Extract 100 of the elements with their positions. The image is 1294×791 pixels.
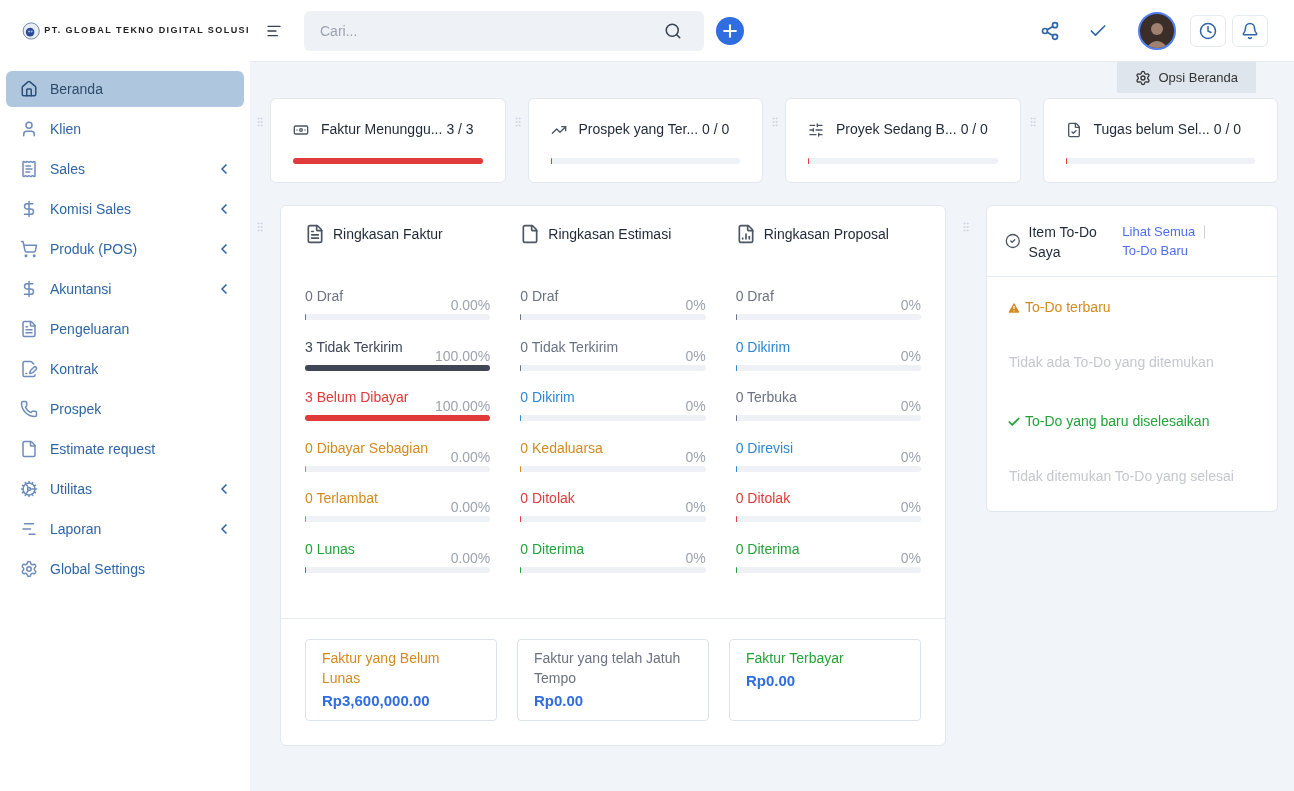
gear-icon bbox=[20, 480, 38, 498]
contract-icon bbox=[20, 360, 38, 378]
status-label[interactable]: 0 Direvisi bbox=[735, 437, 794, 459]
bell-icon bbox=[1241, 21, 1259, 40]
sidebar-item[interactable]: Estimate request bbox=[6, 431, 244, 467]
status-percent: 0% bbox=[685, 498, 706, 518]
phone-icon bbox=[20, 400, 38, 418]
section-heading: To-Do yang baru diselesaikan bbox=[1025, 412, 1210, 431]
sidebar-item[interactable]: Laporan bbox=[6, 511, 244, 547]
sidebar-item[interactable]: Utilitas bbox=[6, 471, 244, 507]
drag-handle-icon[interactable] bbox=[769, 116, 781, 128]
total-title: Faktur yang Belum Lunas bbox=[322, 648, 441, 688]
total-title: Faktur yang telah Jatuh Tempo bbox=[534, 648, 682, 688]
status-percent: 0.00% bbox=[450, 498, 491, 518]
section-heading: To-Do terbaru bbox=[1025, 298, 1111, 317]
sidebar-item[interactable]: Global Settings bbox=[6, 551, 244, 587]
status-label[interactable]: 3 Tidak Terkirim bbox=[305, 336, 403, 358]
todo-title: Item To-Do Saya bbox=[1028, 223, 1098, 262]
dashboard-options-button[interactable]: Opsi Beranda bbox=[1116, 62, 1256, 93]
search-field[interactable]: Cari... bbox=[304, 10, 704, 51]
file-icon bbox=[20, 440, 38, 458]
status-percent: 100.00% bbox=[435, 346, 491, 366]
sidebar-item[interactable]: Beranda bbox=[6, 71, 244, 107]
status-percent: 0% bbox=[900, 447, 921, 467]
cart-icon bbox=[20, 240, 38, 258]
status-percent: 0.00% bbox=[450, 296, 491, 315]
share-icon[interactable] bbox=[1040, 20, 1060, 41]
total-title: Faktur Terbayar bbox=[746, 648, 845, 668]
status-label[interactable]: 0 Dikirim bbox=[735, 336, 791, 358]
status-label[interactable]: 0 Diterima bbox=[520, 538, 585, 560]
chart-icon bbox=[20, 520, 38, 538]
summary-title: Ringkasan Faktur bbox=[333, 224, 443, 244]
status-label[interactable]: 0 Terbuka bbox=[735, 387, 797, 409]
drag-handle-icon[interactable] bbox=[254, 116, 266, 128]
status-percent: 0.00% bbox=[450, 548, 491, 568]
status-label[interactable]: 0 Draf bbox=[520, 286, 559, 307]
history-button[interactable] bbox=[1190, 14, 1226, 47]
card-count: 3 / 3 bbox=[446, 120, 474, 139]
status-label[interactable]: 0 Kedaluarsa bbox=[520, 437, 603, 459]
check-circle-icon bbox=[1005, 232, 1021, 250]
card-count: 0 / 0 bbox=[1213, 120, 1241, 139]
card-title: Proyek Sedang B... bbox=[836, 120, 957, 139]
empty-message: Tidak ditemukan To-Do yang selesai bbox=[1008, 467, 1235, 486]
status-percent: 0% bbox=[900, 548, 921, 568]
status-label[interactable]: 0 Diterima bbox=[735, 538, 800, 560]
home-icon bbox=[20, 80, 38, 98]
card-count: 0 / 0 bbox=[702, 120, 730, 139]
drag-handle-icon[interactable] bbox=[254, 221, 266, 233]
todo-link[interactable]: Lihat Semua bbox=[1122, 222, 1196, 241]
status-percent: 0.00% bbox=[450, 447, 491, 467]
file-check-icon bbox=[1065, 121, 1082, 138]
document-icon bbox=[20, 320, 38, 338]
total-amount: Rp3,600,000.00 bbox=[322, 690, 431, 711]
sidebar-item[interactable]: Prospek bbox=[6, 391, 244, 427]
status-label[interactable]: 0 Draf bbox=[305, 286, 344, 307]
notifications-button[interactable] bbox=[1232, 14, 1268, 47]
status-percent: 0% bbox=[685, 447, 706, 467]
sidebar-item[interactable]: Komisi Sales bbox=[6, 191, 244, 227]
user-icon bbox=[20, 120, 38, 138]
card-count: 0 / 0 bbox=[960, 120, 988, 139]
card-title: Tugas belum Sel... bbox=[1093, 120, 1210, 139]
summary-title: Ringkasan Estimasi bbox=[548, 224, 672, 244]
todo-link[interactable]: To-Do Baru bbox=[1122, 241, 1189, 260]
status-label[interactable]: 3 Belum Dibayar bbox=[305, 387, 409, 409]
status-label[interactable]: 0 Draf bbox=[735, 286, 774, 307]
document-icon bbox=[305, 224, 325, 244]
avatar[interactable] bbox=[1138, 11, 1176, 50]
sidebar-item[interactable]: Kontrak bbox=[6, 351, 244, 387]
status-percent: 0% bbox=[900, 296, 921, 315]
status-label[interactable]: 0 Terlambat bbox=[305, 488, 378, 510]
add-button[interactable] bbox=[716, 16, 744, 45]
sidebar-item[interactable]: Sales bbox=[6, 151, 244, 187]
summary-title: Ringkasan Proposal bbox=[763, 224, 889, 244]
status-label[interactable]: 0 Dikirim bbox=[520, 387, 575, 409]
settings-icon bbox=[20, 560, 38, 578]
warning-icon bbox=[1007, 300, 1021, 315]
status-percent: 0% bbox=[685, 296, 706, 315]
status-label[interactable]: 0 Ditolak bbox=[735, 488, 791, 510]
empty-message: Tidak ada To-Do yang ditemukan bbox=[1008, 353, 1215, 372]
settings-icon bbox=[1134, 69, 1151, 86]
status-percent: 100.00% bbox=[435, 397, 491, 417]
sidebar-item[interactable]: Pengeluaran bbox=[6, 311, 244, 347]
status-label[interactable]: 0 Tidak Terkirim bbox=[520, 336, 619, 358]
brand-name: PT. GLOBAL TEKNO DIGITAL SOLUSI bbox=[44, 24, 250, 38]
sliders-icon bbox=[808, 121, 824, 138]
receipt-icon bbox=[20, 160, 38, 178]
status-percent: 0% bbox=[685, 397, 706, 417]
status-label[interactable]: 0 Lunas bbox=[305, 538, 355, 560]
sidebar-item[interactable]: Klien bbox=[6, 111, 244, 147]
status-percent: 0% bbox=[900, 498, 921, 518]
sidebar-item[interactable]: Akuntansi bbox=[6, 271, 244, 307]
status-label[interactable]: 0 Ditolak bbox=[520, 488, 575, 510]
sidebar-item[interactable]: Produk (POS) bbox=[6, 231, 244, 267]
total-amount: Rp0.00 bbox=[746, 670, 797, 691]
card-title: Prospek yang Ter... bbox=[578, 120, 699, 139]
search-icon[interactable] bbox=[664, 21, 682, 40]
status-label[interactable]: 0 Dibayar Sebagian bbox=[305, 437, 428, 459]
total-amount: Rp0.00 bbox=[534, 690, 585, 711]
drag-handle-icon[interactable] bbox=[960, 221, 972, 233]
status-percent: 0% bbox=[900, 346, 921, 366]
